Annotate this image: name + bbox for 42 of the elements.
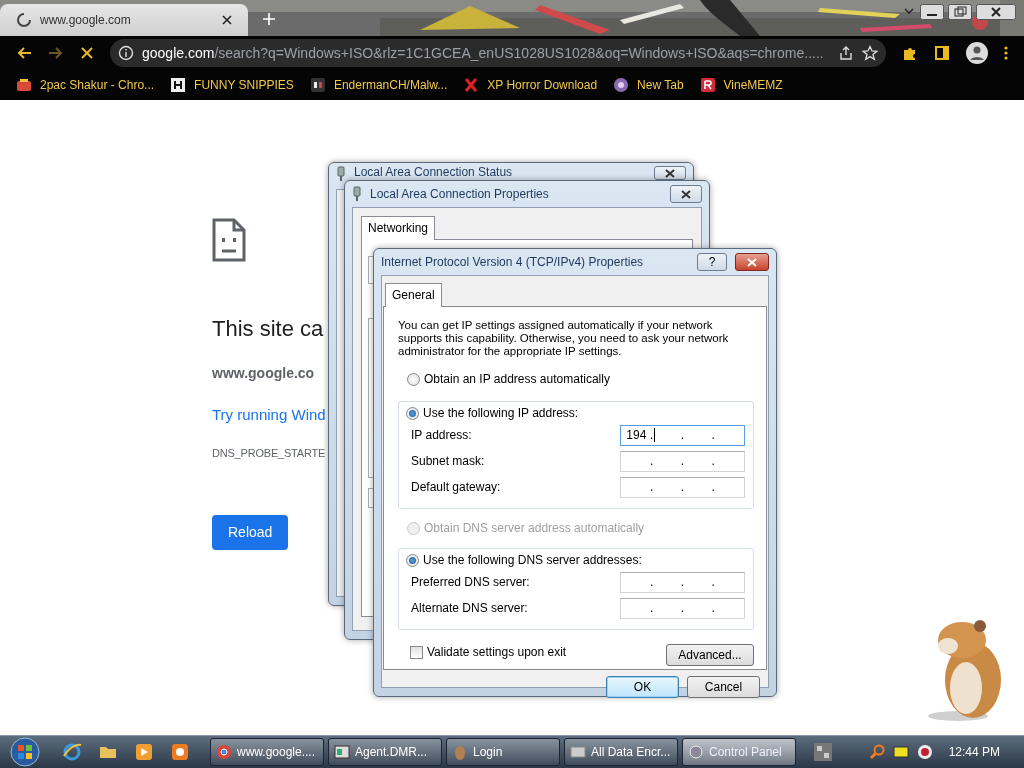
taskbar-button[interactable]: Agent.DMR... bbox=[328, 738, 442, 766]
radio-button[interactable]: Use the following IP address: bbox=[406, 404, 579, 422]
error-code: DNS_PROBE_STARTE bbox=[212, 445, 327, 461]
window-title: Internet Protocol Version 4 (TCP/IPv4) Properties bbox=[381, 254, 645, 271]
ip-address-field[interactable]: . . . bbox=[620, 597, 745, 619]
bookmark[interactable]: EndermanCH/Malw... bbox=[309, 76, 448, 94]
reload-button[interactable]: Reload bbox=[212, 515, 289, 550]
advanced-button[interactable]: Advanced... bbox=[666, 644, 754, 666]
help-button[interactable]: ? bbox=[697, 253, 727, 271]
window-title: Local Area Connection Properties bbox=[370, 186, 550, 203]
suggestion-link[interactable]: Try running Wind bbox=[212, 404, 330, 427]
tab-title: www.google.com bbox=[40, 12, 132, 29]
ip-address-field[interactable]: . . . bbox=[620, 571, 745, 593]
field-label: IP address: bbox=[411, 427, 473, 444]
intro-text: You can get IP settings assigned automatically if your network supports this capability. Otherwise, you need to ask your network administrator for the appropriate IP settings. bbox=[398, 319, 730, 358]
radio-button[interactable]: Obtain an IP address automatically bbox=[407, 370, 610, 388]
bookmark[interactable]: XP Horror Download bbox=[463, 76, 598, 94]
site-address: www.google.co bbox=[212, 364, 316, 383]
ip-address-field[interactable]: . . . bbox=[620, 450, 745, 472]
clock[interactable]: 12:44 PM bbox=[940, 743, 1016, 761]
dialog-tab[interactable]: General bbox=[385, 283, 442, 307]
window-title: Local Area Connection Status bbox=[354, 166, 514, 179]
dialog-button[interactable]: Cancel bbox=[687, 676, 760, 698]
taskbar-button[interactable]: All Data Encr... bbox=[564, 738, 678, 766]
bookmark[interactable]: New Tab bbox=[613, 76, 684, 94]
bookmark[interactable]: 2pac Shakur - Chro... bbox=[16, 76, 155, 94]
taskbar-button[interactable]: www.google.... bbox=[210, 738, 324, 766]
field-label: Default gateway: bbox=[411, 479, 502, 496]
radio-button[interactable]: Use the following DNS server addresses: bbox=[406, 551, 642, 569]
taskbar-button[interactable]: Login bbox=[446, 738, 560, 766]
checkbox[interactable]: Validate settings upon exit bbox=[410, 643, 567, 661]
bookmark[interactable]: VineMEMZ bbox=[699, 76, 783, 94]
dialog-tab[interactable]: Networking bbox=[361, 216, 436, 240]
ip-address-field[interactable]: 194 . . . bbox=[620, 424, 745, 446]
field-label: Subnet mask: bbox=[411, 453, 486, 470]
browser-tab[interactable]: www.google.com bbox=[0, 4, 248, 36]
dialog-button[interactable]: OK bbox=[606, 676, 679, 698]
bookmark[interactable]: FUNNY SNIPPIES bbox=[170, 76, 294, 94]
field-label: Preferred DNS server: bbox=[411, 574, 531, 591]
ip-address-field[interactable]: . . . bbox=[620, 476, 745, 498]
field-label: Alternate DNS server: bbox=[411, 600, 529, 617]
error-heading: This site ca bbox=[212, 315, 325, 343]
